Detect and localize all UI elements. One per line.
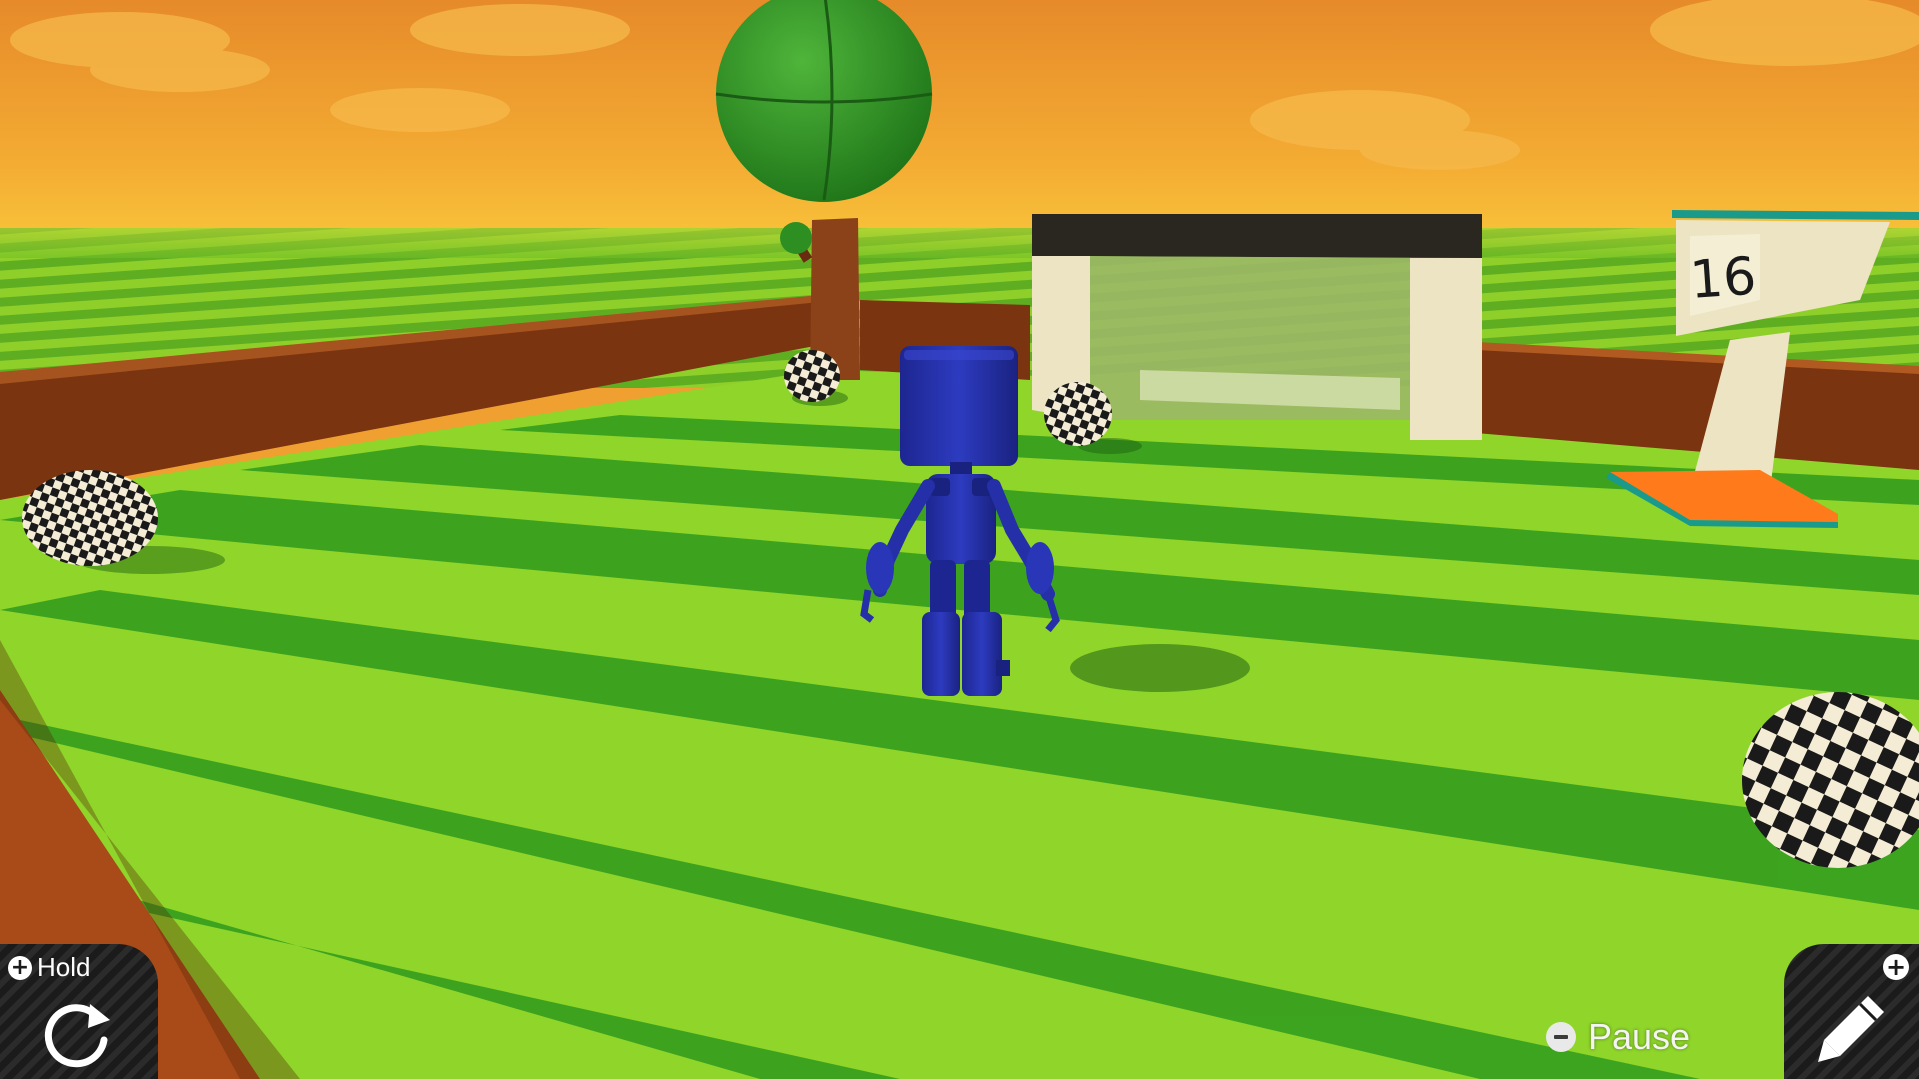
hold-rotate-button[interactable]: + Hold: [0, 944, 158, 1079]
edit-button[interactable]: +: [1784, 944, 1919, 1079]
pause-label: Pause: [1588, 1016, 1691, 1057]
minus-icon: [1546, 1022, 1576, 1052]
sky: [0, 0, 1919, 240]
hold-label-row: + Hold: [8, 952, 90, 983]
pause-button[interactable]: Pause: [1546, 1016, 1690, 1058]
sign-number: 16: [1688, 247, 1758, 311]
plus-icon: +: [1883, 954, 1909, 980]
game-scene: 16: [0, 0, 1919, 1079]
robot-shadow: [1070, 644, 1250, 692]
rotate-icon: [44, 1004, 110, 1068]
plus-icon: +: [8, 955, 32, 980]
hold-label: Hold: [37, 952, 91, 982]
pencil-icon: [1818, 996, 1884, 1062]
